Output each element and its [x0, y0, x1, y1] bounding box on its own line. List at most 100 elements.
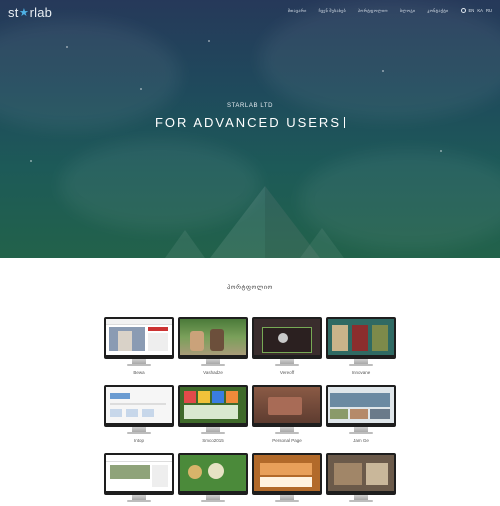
screenshot-shape	[370, 409, 390, 419]
screenshot-shape	[110, 393, 130, 399]
portfolio-card[interactable]: Bewa	[104, 317, 174, 375]
star-decoration	[382, 70, 384, 72]
globe-icon	[460, 8, 466, 13]
project-label: Bewa	[133, 370, 145, 375]
screenshot-shape	[350, 409, 368, 419]
monitor-frame	[326, 385, 396, 427]
star-decoration	[208, 40, 210, 42]
screenshot-shape	[334, 463, 362, 485]
screenshot-shape	[110, 465, 150, 479]
screenshot-shape	[148, 327, 168, 331]
portfolio-card[interactable]	[178, 453, 248, 506]
cloud-decoration	[0, 20, 180, 130]
lang-ka[interactable]: KA	[477, 8, 483, 13]
screenshot-shape	[184, 391, 196, 403]
project-label: Jam Ge	[353, 438, 369, 443]
screenshot-shape	[226, 391, 238, 403]
project-screenshot	[254, 387, 320, 423]
screenshot-shape	[190, 331, 204, 351]
project-screenshot	[180, 319, 246, 355]
portfolio-card[interactable]: Personal Page	[252, 385, 322, 443]
main-nav: მთავარი ჩვენ შესახებ პორტფოლიო ბლოგი კონ…	[288, 8, 492, 13]
screenshot-shape	[372, 325, 388, 351]
hero-headline: FOR ADVANCED USERS	[0, 115, 500, 130]
monitor-frame	[104, 453, 174, 495]
monitor-frame	[252, 453, 322, 495]
hero-headline-text: FOR ADVANCED USERS	[154, 115, 341, 130]
monitor-frame	[104, 317, 174, 359]
portfolio-card[interactable]	[252, 453, 322, 506]
portfolio-card[interactable]: Smco2015	[178, 385, 248, 443]
screenshot-shape	[106, 455, 172, 462]
lang-en[interactable]: EN	[469, 8, 475, 13]
nav-item-contact[interactable]: კონტაქტი	[427, 8, 448, 13]
portfolio-card[interactable]	[104, 453, 174, 506]
screenshot-shape	[126, 409, 138, 417]
star-decoration	[30, 160, 32, 162]
project-screenshot	[254, 455, 320, 491]
star-icon: ★	[19, 7, 30, 19]
screenshot-shape	[260, 477, 312, 487]
screenshot-shape	[260, 463, 312, 475]
screenshot-shape	[208, 463, 224, 479]
portfolio-grid: Bewa Vashadze Vereoff Innovane Intop Smco2015…	[104, 317, 396, 506]
screenshot-shape	[188, 465, 202, 479]
project-label: Personal Page	[272, 438, 302, 443]
screenshot-shape	[152, 465, 168, 487]
project-label: Vashadze	[203, 370, 223, 375]
mountain-silhouette	[165, 186, 344, 258]
monitor-base	[275, 432, 299, 434]
lang-ru[interactable]: RU	[486, 8, 492, 13]
screenshot-shape	[106, 319, 172, 325]
project-label: Intop	[133, 438, 144, 443]
monitor-frame	[104, 385, 174, 427]
nav-item-portfolio[interactable]: პორტფოლიო	[358, 8, 388, 13]
screenshot-shape	[330, 393, 390, 407]
portfolio-card[interactable]	[326, 453, 396, 506]
star-decoration	[66, 46, 68, 48]
portfolio-card[interactable]: Jam Ge	[326, 385, 396, 443]
project-screenshot	[106, 319, 172, 355]
monitor-base	[201, 500, 225, 502]
monitor-base	[275, 364, 299, 366]
nav-item-about[interactable]: ჩვენ შესახებ	[319, 8, 346, 13]
portfolio-card[interactable]: Innovane	[326, 317, 396, 375]
brand-logo[interactable]: starlab st★rlab	[8, 5, 52, 20]
nav-item-home[interactable]: მთავარი	[288, 8, 307, 13]
portfolio-card[interactable]: Vereoff	[252, 317, 322, 375]
screenshot-shape	[184, 405, 238, 419]
portfolio-card[interactable]: Intop	[104, 385, 174, 443]
language-switcher: EN KA RU	[460, 8, 492, 13]
screenshot-shape	[142, 409, 154, 417]
hero-section: starlab st★rlab მთავარი ჩვენ შესახებ პორ…	[0, 0, 500, 258]
screenshot-shape	[110, 403, 166, 405]
project-screenshot	[328, 319, 394, 355]
screenshot-shape	[148, 333, 168, 351]
typing-cursor	[344, 117, 345, 128]
monitor-frame	[326, 453, 396, 495]
monitor-frame	[252, 317, 322, 359]
cloud-decoration	[260, 0, 500, 120]
project-label: Vereoff	[279, 370, 295, 375]
hero-tagline: STARLAB LTD	[226, 103, 274, 109]
project-label: Smco2015	[202, 438, 224, 443]
screenshot-shape	[332, 325, 348, 351]
nav-item-blog[interactable]: ბლოგი	[400, 8, 416, 13]
logo-text-start: st	[8, 5, 19, 20]
project-screenshot	[180, 387, 246, 423]
portfolio-title: პორტფოლიო	[227, 285, 273, 291]
monitor-frame	[178, 453, 248, 495]
project-screenshot	[328, 387, 394, 423]
monitor-frame	[178, 317, 248, 359]
screenshot-shape	[198, 391, 210, 403]
screenshot-shape	[118, 331, 132, 351]
screenshot-shape	[352, 325, 368, 351]
screenshot-shape	[268, 397, 302, 415]
monitor-base	[349, 500, 373, 502]
monitor-base	[275, 500, 299, 502]
monitor-base	[201, 364, 225, 366]
screenshot-shape	[210, 329, 224, 351]
portfolio-card[interactable]: Vashadze	[178, 317, 248, 375]
project-screenshot	[254, 319, 320, 355]
monitor-base	[201, 432, 225, 434]
